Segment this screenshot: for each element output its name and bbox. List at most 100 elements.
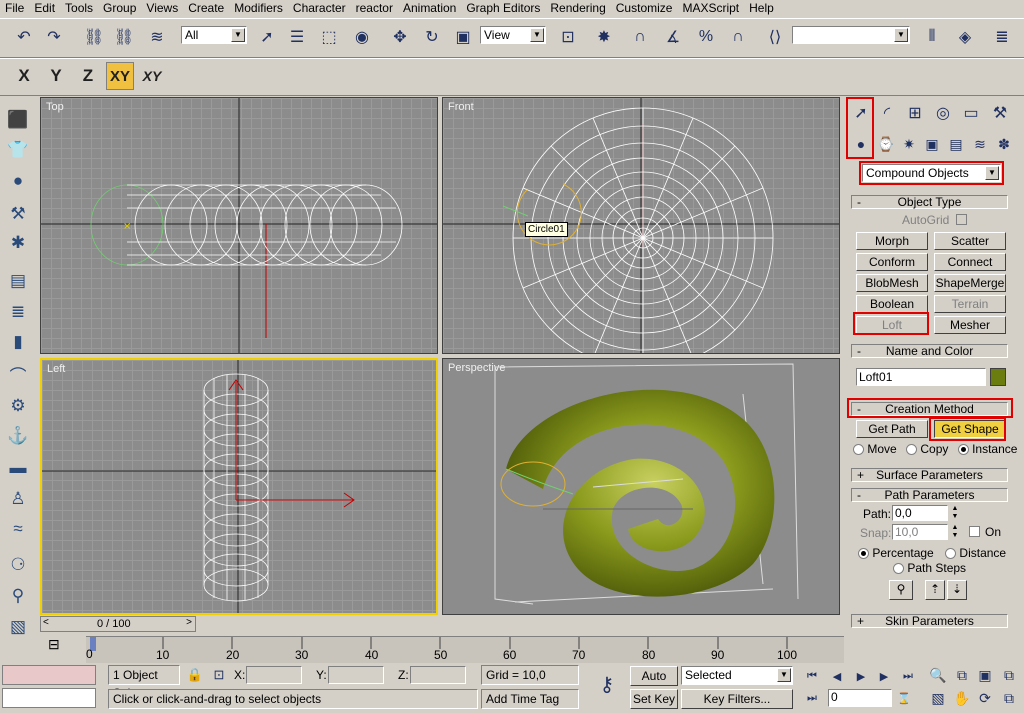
- key-filters-button[interactable]: Key Filters...: [681, 689, 793, 709]
- time-slider[interactable]: < 0 / 100 >: [40, 616, 196, 632]
- object-category-dropdown[interactable]: Compound Objects ▼: [862, 164, 1001, 182]
- viewport-perspective[interactable]: Perspective: [442, 358, 840, 615]
- time-configuration-icon[interactable]: ⌛: [893, 686, 915, 710]
- track-bar[interactable]: [86, 636, 844, 663]
- terrain-button[interactable]: Terrain: [934, 295, 1006, 313]
- pick-shape-icon[interactable]: ⚲: [889, 580, 913, 600]
- selection-filter-dropdown[interactable]: All ▼: [181, 26, 247, 44]
- name-and-color-rollout-header[interactable]: - Name and Color: [851, 344, 1008, 358]
- boolean-button[interactable]: Boolean: [856, 295, 928, 313]
- select-and-manipulate-icon[interactable]: ✸: [592, 25, 616, 49]
- edit-named-selections-icon[interactable]: ⟨⟩: [763, 25, 787, 49]
- menu-views[interactable]: Views: [141, 0, 183, 15]
- sphere-icon[interactable]: ●: [6, 169, 30, 193]
- zoom-extents-all-icon[interactable]: ⧉: [997, 663, 1021, 687]
- systems-icon[interactable]: ✽: [992, 132, 1016, 156]
- render-icon[interactable]: ▧: [6, 615, 30, 639]
- unlink-icon[interactable]: ⛓: [112, 25, 136, 49]
- pivot-center-icon[interactable]: ⊡: [556, 25, 580, 49]
- shapes-icon[interactable]: ▤: [6, 269, 30, 293]
- key-icon[interactable]: ⚷: [590, 672, 624, 696]
- window-crossing-icon[interactable]: ◉: [350, 25, 374, 49]
- connect-button[interactable]: Connect: [934, 253, 1006, 271]
- menu-rendering[interactable]: Rendering: [545, 0, 610, 15]
- gear-icon[interactable]: ⚙: [6, 394, 30, 418]
- menu-group[interactable]: Group: [98, 0, 141, 15]
- distance-radio[interactable]: [945, 548, 957, 560]
- maxscript-listener-mini[interactable]: [2, 665, 96, 685]
- get-path-button[interactable]: Get Path: [856, 420, 928, 438]
- lights-icon[interactable]: ✷: [897, 132, 921, 156]
- select-object-icon[interactable]: ➚: [255, 25, 279, 49]
- skin-parameters-rollout-header[interactable]: + Skin Parameters: [851, 614, 1008, 628]
- select-and-scale-icon[interactable]: ▣: [451, 25, 475, 49]
- align-icon[interactable]: ◈: [953, 25, 977, 49]
- previous-shape-icon[interactable]: ⇡: [925, 580, 945, 600]
- maxscript-input[interactable]: [2, 688, 96, 708]
- motion-tab-icon[interactable]: ◎: [931, 101, 955, 125]
- mirror-icon[interactable]: ⫴: [920, 25, 944, 49]
- current-frame-input[interactable]: 0: [828, 689, 892, 707]
- menu-graph-editors[interactable]: Graph Editors: [461, 0, 545, 15]
- wrench-icon[interactable]: ⚒: [6, 202, 30, 226]
- z-coordinate-input[interactable]: [410, 666, 466, 684]
- snap-spinner-icon[interactable]: ▲ ▼: [950, 524, 960, 540]
- tube-icon[interactable]: ▮: [6, 330, 30, 354]
- zoom-icon[interactable]: 🔍: [926, 663, 950, 687]
- path-parameters-rollout-header[interactable]: - Path Parameters: [851, 488, 1008, 502]
- move-radio[interactable]: [853, 444, 864, 456]
- set-key-button[interactable]: Set Key: [630, 689, 678, 709]
- lamp-icon[interactable]: ⌒: [6, 362, 30, 386]
- mesher-button[interactable]: Mesher: [934, 316, 1006, 334]
- named-selection-sets-dropdown[interactable]: ▼: [792, 26, 910, 44]
- percent-snap-icon[interactable]: %: [694, 25, 718, 49]
- restrict-z-button[interactable]: Z: [74, 62, 102, 90]
- menu-character[interactable]: Character: [288, 0, 351, 15]
- menu-animation[interactable]: Animation: [398, 0, 461, 15]
- restrict-plane-cycle-button[interactable]: XY: [138, 62, 166, 90]
- path-spinner-icon[interactable]: ▲ ▼: [950, 505, 960, 521]
- menu-help[interactable]: Help: [744, 0, 779, 15]
- conform-button[interactable]: Conform: [856, 253, 928, 271]
- add-time-tag-button[interactable]: Add Time Tag: [481, 689, 579, 709]
- utilities-tab-icon[interactable]: ⚒: [988, 101, 1012, 125]
- object-type-rollout-header[interactable]: - Object Type: [851, 195, 1008, 209]
- go-to-end-icon[interactable]: ⏭: [897, 664, 919, 688]
- curve-editor-mini-icon[interactable]: ⊟: [48, 636, 74, 658]
- path-input[interactable]: 0,0: [892, 505, 948, 521]
- shapemerge-button[interactable]: ShapeMerge: [934, 274, 1006, 292]
- viewport-top[interactable]: Top ×: [40, 97, 438, 354]
- spinner-snap-icon[interactable]: ∩: [726, 25, 750, 49]
- path-steps-radio[interactable]: [893, 563, 904, 575]
- key-mode-toggle-icon[interactable]: ⏭: [801, 686, 823, 710]
- create-tab-icon[interactable]: ➚: [849, 101, 873, 125]
- menu-reactor[interactable]: reactor: [351, 0, 398, 15]
- geometry-icon[interactable]: ●: [849, 132, 873, 156]
- surface-parameters-rollout-header[interactable]: + Surface Parameters: [851, 468, 1008, 482]
- next-frame-icon[interactable]: ▶: [873, 664, 895, 688]
- absolute-relative-icon[interactable]: ⊡: [207, 663, 231, 687]
- auto-key-button[interactable]: Auto Key: [630, 666, 678, 701]
- restrict-x-button[interactable]: X: [10, 62, 38, 90]
- zoom-extents-icon[interactable]: ▣: [973, 663, 997, 687]
- percentage-radio[interactable]: [858, 548, 869, 560]
- loft-button[interactable]: Loft: [856, 316, 928, 334]
- cameras-icon[interactable]: ▣: [920, 132, 944, 156]
- bind-space-warp-icon[interactable]: ≋: [145, 25, 169, 49]
- snap-input[interactable]: 10,0: [892, 524, 948, 540]
- layers-icon[interactable]: ≣: [6, 300, 30, 324]
- restrict-y-button[interactable]: Y: [42, 62, 70, 90]
- snap-toggle-icon[interactable]: ∩: [628, 25, 652, 49]
- select-and-move-icon[interactable]: ✥: [388, 25, 412, 49]
- maximize-viewport-icon[interactable]: ⧉: [997, 686, 1021, 710]
- vehicle-icon[interactable]: ⚓: [6, 424, 30, 448]
- angle-snap-icon[interactable]: ∡: [661, 25, 685, 49]
- select-and-link-icon[interactable]: ⛓: [82, 25, 106, 49]
- space-warps-icon[interactable]: ≋: [968, 132, 992, 156]
- viewport-left[interactable]: Left: [40, 358, 438, 615]
- objects-icon[interactable]: ⬛: [6, 108, 30, 132]
- character-icon[interactable]: ✱: [6, 231, 30, 255]
- select-and-rotate-icon[interactable]: ↻: [420, 25, 444, 49]
- menu-file[interactable]: File: [0, 0, 29, 15]
- morph-button[interactable]: Morph: [856, 232, 928, 250]
